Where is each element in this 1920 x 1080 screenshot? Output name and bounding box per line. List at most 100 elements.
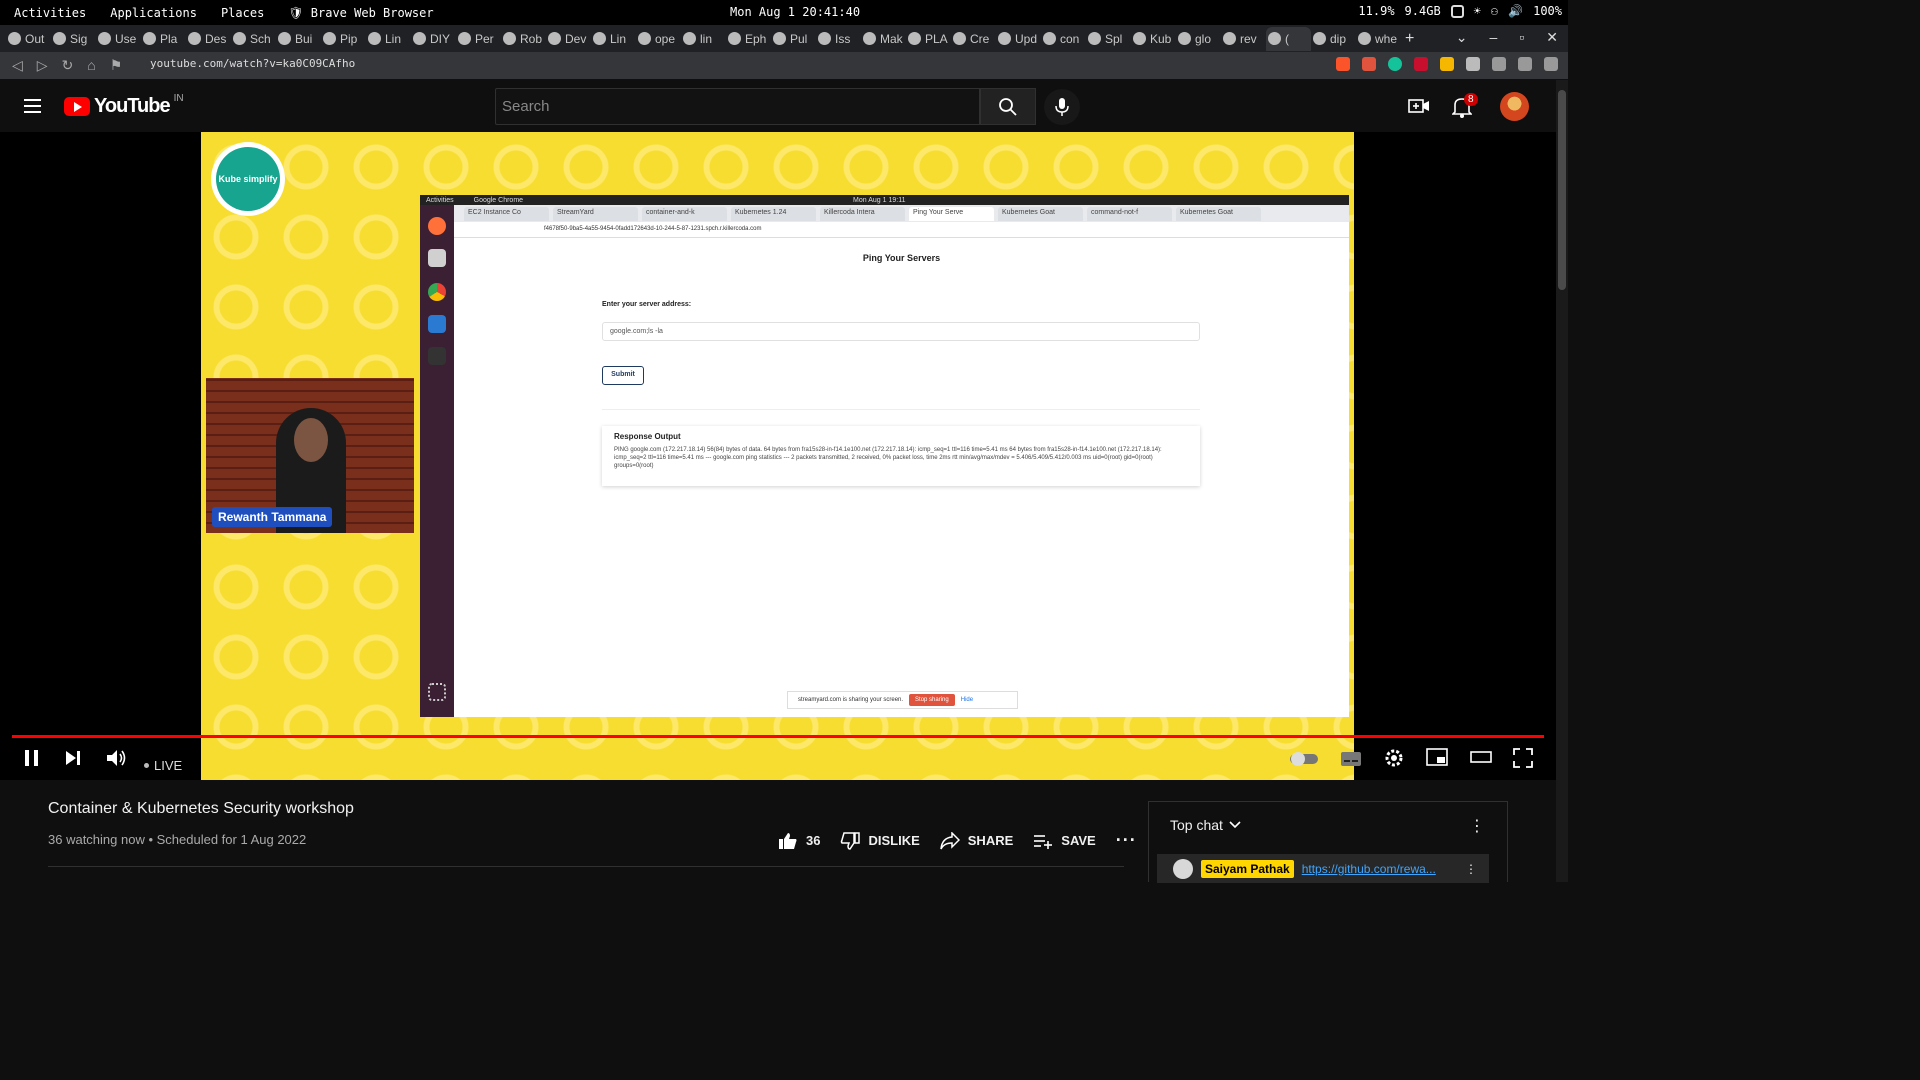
page-scrollbar[interactable] (1556, 80, 1568, 882)
video-actions: 36 DISLIKE SHARE SAVE ··· (778, 830, 1137, 851)
browser-tab[interactable]: dip (1311, 27, 1356, 51)
account-avatar[interactable] (1500, 92, 1529, 121)
browser-tab[interactable]: ( (1266, 26, 1311, 51)
tab-search-icon[interactable]: ⌄ (1456, 29, 1468, 46)
browser-tab[interactable]: Dev (546, 27, 591, 51)
back-icon[interactable]: ◁ (12, 57, 23, 74)
browser-tab[interactable]: rev (1221, 27, 1266, 51)
search-button[interactable] (980, 88, 1036, 125)
browser-tab[interactable]: Sch (231, 27, 276, 51)
brave-rewards-icon[interactable] (1362, 57, 1376, 71)
browser-tab[interactable]: Pla (141, 27, 186, 51)
browser-tab[interactable]: Lin (366, 27, 411, 51)
browser-tab[interactable]: Mak (861, 27, 906, 51)
fullscreen-icon[interactable] (1513, 748, 1533, 768)
like-button[interactable]: 36 (778, 832, 820, 850)
brightness-icon[interactable]: ☀ (1474, 4, 1481, 18)
shared-browser-tab: Ping Your Serve (909, 206, 994, 221)
browser-tab[interactable]: Kub (1131, 27, 1176, 51)
settings-gear-icon[interactable] (1384, 748, 1404, 768)
browser-tab[interactable]: Use (96, 27, 141, 51)
autoplay-toggle-icon[interactable] (1289, 751, 1319, 767)
search-input[interactable]: Search (495, 88, 980, 125)
minimize-icon[interactable]: – (1490, 29, 1498, 46)
browser-tab[interactable]: DIY (411, 27, 456, 51)
miniplayer-icon[interactable] (1426, 748, 1448, 766)
progress-bar[interactable] (12, 735, 1544, 738)
chat-author-name: Saiyam Pathak (1201, 859, 1294, 878)
browser-tab[interactable]: lin (681, 27, 726, 51)
chat-mode-dropdown[interactable]: Top chat (1170, 817, 1241, 833)
puzzle-icon[interactable] (1466, 57, 1480, 71)
bookmark-icon[interactable]: ⚑ (110, 57, 123, 74)
youtube-logo[interactable]: YouTube IN (64, 93, 184, 118)
pause-icon[interactable] (23, 748, 41, 768)
volume-icon[interactable] (106, 748, 128, 768)
browser-tab[interactable]: con (1041, 27, 1086, 51)
pinned-more-icon[interactable]: ⋮ (1465, 862, 1477, 876)
share-button[interactable]: SHARE (940, 831, 1013, 850)
theater-mode-icon[interactable] (1470, 748, 1492, 766)
browser-tab[interactable]: Out (6, 27, 51, 51)
extension-icon[interactable] (1414, 57, 1428, 71)
browser-tab[interactable]: Per (456, 27, 501, 51)
media-icon[interactable] (1492, 57, 1506, 71)
voice-search-button[interactable] (1044, 89, 1080, 125)
browser-tab[interactable]: Bui (276, 27, 321, 51)
reload-icon[interactable]: ↻ (62, 57, 74, 74)
browser-tab[interactable]: Upd (996, 27, 1041, 51)
chat-more-icon[interactable]: ⋮ (1469, 816, 1485, 836)
hamburger-menu-icon[interactable] (24, 99, 41, 113)
menu-icon[interactable] (1544, 57, 1558, 71)
network-icon[interactable]: ⚇ (1491, 4, 1498, 18)
more-actions-button[interactable]: ··· (1116, 830, 1137, 851)
scrollbar-thumb[interactable] (1558, 90, 1566, 290)
wallet-icon[interactable] (1518, 57, 1532, 71)
browser-tab[interactable]: Des (186, 27, 231, 51)
browser-tab[interactable]: PLA (906, 27, 951, 51)
browser-tab[interactable]: Sig (51, 27, 96, 51)
grammarly-icon[interactable] (1388, 57, 1402, 71)
dislike-button[interactable]: DISLIKE (840, 831, 920, 850)
new-tab-button[interactable]: + (1401, 30, 1421, 48)
clock[interactable]: Mon Aug 1 20:41:40 (730, 5, 860, 19)
shared-activities: Activities (426, 196, 454, 204)
browser-tab[interactable]: Lin (591, 27, 636, 51)
volume-icon[interactable]: 🔊 (1508, 4, 1523, 18)
forward-icon[interactable]: ▷ (37, 57, 48, 74)
video-player[interactable]: Kube simplify Rewanth Tammana Activities… (0, 132, 1556, 780)
browser-tab[interactable]: whe (1356, 27, 1401, 51)
browser-tab[interactable]: Iss (816, 27, 861, 51)
kube-simplify-logo: Kube simplify (211, 142, 285, 216)
live-chat-panel: Top chat ⋮ Saiyam Pathak https://github.… (1148, 801, 1508, 883)
notification-count-badge: 8 (1464, 93, 1478, 106)
browser-tab[interactable]: glo (1176, 27, 1221, 51)
clipboard-icon[interactable] (1450, 4, 1464, 18)
activities-button[interactable]: Activities (14, 6, 86, 20)
applications-menu[interactable]: Applications (110, 6, 197, 20)
live-indicator[interactable]: LIVE (144, 758, 182, 773)
browser-tab[interactable]: Cre (951, 27, 996, 51)
browser-tab[interactable]: Rob (501, 27, 546, 51)
browser-tab[interactable]: ope (636, 27, 681, 51)
browser-tab[interactable]: Eph (726, 27, 771, 51)
save-button[interactable]: SAVE (1033, 833, 1096, 849)
create-video-icon[interactable] (1408, 97, 1430, 115)
browser-tab[interactable]: Pul (771, 27, 816, 51)
url-field[interactable]: youtube.com/watch?v=ka0C09CAfho (150, 57, 355, 70)
battery-level[interactable]: 100% (1533, 4, 1562, 18)
chat-message-link[interactable]: https://github.com/rewa... (1302, 862, 1436, 876)
home-icon[interactable]: ⌂ (87, 57, 95, 74)
browser-tab[interactable]: Spl (1086, 27, 1131, 51)
close-window-icon[interactable]: ✕ (1546, 29, 1558, 46)
brave-shields-icon[interactable] (1336, 57, 1350, 71)
shared-server-input: google.com;ls -la (602, 322, 1200, 341)
maximize-icon[interactable]: ▫ (1519, 29, 1524, 46)
subtitles-icon[interactable] (1340, 751, 1362, 767)
app-menu[interactable]: 🛡 Brave Web Browser (288, 6, 433, 20)
browser-tab[interactable]: Pip (321, 27, 366, 51)
tab-favicon-icon (1313, 32, 1326, 45)
next-icon[interactable] (64, 748, 82, 768)
places-menu[interactable]: Places (221, 6, 264, 20)
extension-icon[interactable] (1440, 57, 1454, 71)
